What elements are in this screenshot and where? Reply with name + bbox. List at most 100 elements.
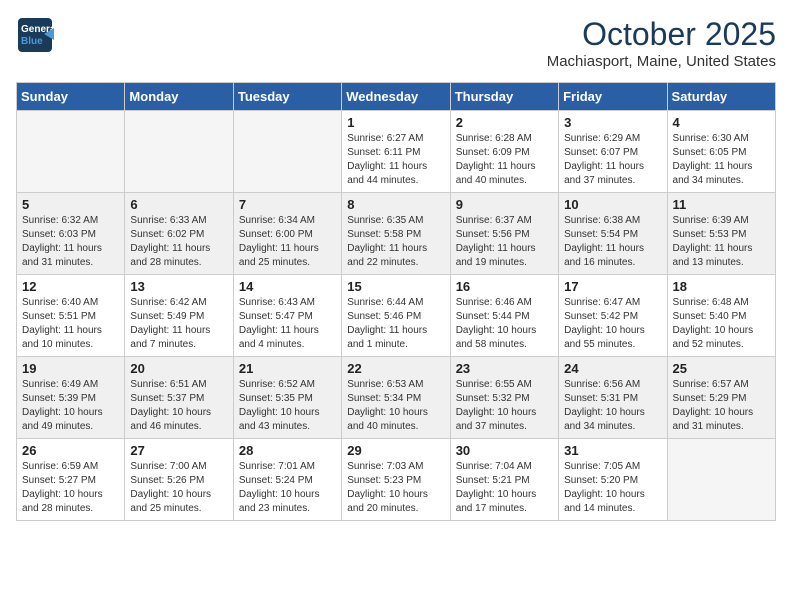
day-info: Sunrise: 6:44 AM Sunset: 5:46 PM Dayligh…	[347, 296, 444, 352]
day-info: Sunrise: 6:34 AM Sunset: 6:00 PM Dayligh…	[239, 214, 336, 270]
day-info: Sunrise: 6:47 AM Sunset: 5:42 PM Dayligh…	[564, 296, 661, 352]
calendar-cell: 22 Sunrise: 6:53 AM Sunset: 5:34 PM Dayli…	[342, 357, 450, 439]
page-header: General Blue October 2025 Machiasport, M…	[16, 16, 776, 70]
calendar-cell: 30 Sunrise: 7:04 AM Sunset: 5:21 PM Dayli…	[450, 439, 558, 521]
day-number: 21	[239, 361, 336, 376]
weekday-header-friday: Friday	[559, 83, 667, 111]
logo-icon: General Blue	[16, 16, 54, 54]
calendar-cell: 8 Sunrise: 6:35 AM Sunset: 5:58 PM Daylig…	[342, 193, 450, 275]
day-number: 4	[673, 115, 770, 130]
day-info: Sunrise: 6:28 AM Sunset: 6:09 PM Dayligh…	[456, 132, 553, 188]
day-number: 5	[22, 197, 119, 212]
day-number: 2	[456, 115, 553, 130]
logo: General Blue	[16, 16, 54, 54]
day-number: 8	[347, 197, 444, 212]
day-info: Sunrise: 6:27 AM Sunset: 6:11 PM Dayligh…	[347, 132, 444, 188]
weekday-header-monday: Monday	[125, 83, 233, 111]
calendar-cell: 2 Sunrise: 6:28 AM Sunset: 6:09 PM Daylig…	[450, 111, 558, 193]
day-info: Sunrise: 6:49 AM Sunset: 5:39 PM Dayligh…	[22, 378, 119, 434]
calendar-table: SundayMondayTuesdayWednesdayThursdayFrid…	[16, 82, 776, 521]
day-number: 10	[564, 197, 661, 212]
day-info: Sunrise: 6:46 AM Sunset: 5:44 PM Dayligh…	[456, 296, 553, 352]
calendar-cell: 19 Sunrise: 6:49 AM Sunset: 5:39 PM Dayli…	[17, 357, 125, 439]
weekday-header-tuesday: Tuesday	[233, 83, 341, 111]
day-number: 15	[347, 279, 444, 294]
day-info: Sunrise: 6:59 AM Sunset: 5:27 PM Dayligh…	[22, 460, 119, 516]
calendar-cell: 26 Sunrise: 6:59 AM Sunset: 5:27 PM Dayli…	[17, 439, 125, 521]
day-number: 19	[22, 361, 119, 376]
calendar-cell: 14 Sunrise: 6:43 AM Sunset: 5:47 PM Dayli…	[233, 275, 341, 357]
weekday-header-wednesday: Wednesday	[342, 83, 450, 111]
day-number: 17	[564, 279, 661, 294]
calendar-cell: 6 Sunrise: 6:33 AM Sunset: 6:02 PM Daylig…	[125, 193, 233, 275]
weekday-header-row: SundayMondayTuesdayWednesdayThursdayFrid…	[17, 83, 776, 111]
calendar-cell: 29 Sunrise: 7:03 AM Sunset: 5:23 PM Dayli…	[342, 439, 450, 521]
day-info: Sunrise: 6:53 AM Sunset: 5:34 PM Dayligh…	[347, 378, 444, 434]
day-number: 1	[347, 115, 444, 130]
calendar-cell: 24Sunrise: 6:56 AM Sunset: 5:31 PM Dayli…	[559, 357, 667, 439]
title-block: October 2025 Machiasport, Maine, United …	[547, 16, 776, 70]
day-info: Sunrise: 7:04 AM Sunset: 5:21 PM Dayligh…	[456, 460, 553, 516]
day-number: 14	[239, 279, 336, 294]
calendar-cell: 21 Sunrise: 6:52 AM Sunset: 5:35 PM Dayli…	[233, 357, 341, 439]
week-row-5: 26 Sunrise: 6:59 AM Sunset: 5:27 PM Dayli…	[17, 439, 776, 521]
day-number: 18	[673, 279, 770, 294]
day-info: Sunrise: 6:35 AM Sunset: 5:58 PM Dayligh…	[347, 214, 444, 270]
day-number: 29	[347, 443, 444, 458]
svg-text:Blue: Blue	[21, 36, 43, 47]
day-number: 20	[130, 361, 227, 376]
calendar-cell: 27Sunrise: 7:00 AM Sunset: 5:26 PM Dayli…	[125, 439, 233, 521]
calendar-cell: 20 Sunrise: 6:51 AM Sunset: 5:37 PM Dayli…	[125, 357, 233, 439]
day-number: 27	[130, 443, 227, 458]
calendar-cell: 5 Sunrise: 6:32 AM Sunset: 6:03 PM Daylig…	[17, 193, 125, 275]
day-number: 30	[456, 443, 553, 458]
day-number: 22	[347, 361, 444, 376]
week-row-4: 19 Sunrise: 6:49 AM Sunset: 5:39 PM Dayli…	[17, 357, 776, 439]
calendar-cell: 31 Sunrise: 7:05 AM Sunset: 5:20 PM Dayli…	[559, 439, 667, 521]
calendar-cell	[125, 111, 233, 193]
calendar-cell: 10 Sunrise: 6:38 AM Sunset: 5:54 PM Dayli…	[559, 193, 667, 275]
day-info: Sunrise: 6:57 AM Sunset: 5:29 PM Dayligh…	[673, 378, 770, 434]
day-info: Sunrise: 7:01 AM Sunset: 5:24 PM Dayligh…	[239, 460, 336, 516]
day-number: 12	[22, 279, 119, 294]
day-info: Sunrise: 6:30 AM Sunset: 6:05 PM Dayligh…	[673, 132, 770, 188]
week-row-2: 5 Sunrise: 6:32 AM Sunset: 6:03 PM Daylig…	[17, 193, 776, 275]
calendar-cell: 18 Sunrise: 6:48 AM Sunset: 5:40 PM Dayli…	[667, 275, 775, 357]
day-info: Sunrise: 6:51 AM Sunset: 5:37 PM Dayligh…	[130, 378, 227, 434]
weekday-header-sunday: Sunday	[17, 83, 125, 111]
day-info: Sunrise: 6:52 AM Sunset: 5:35 PM Dayligh…	[239, 378, 336, 434]
day-number: 6	[130, 197, 227, 212]
day-info: Sunrise: 7:03 AM Sunset: 5:23 PM Dayligh…	[347, 460, 444, 516]
day-info: Sunrise: 6:55 AM Sunset: 5:32 PM Dayligh…	[456, 378, 553, 434]
day-info: Sunrise: 7:05 AM Sunset: 5:20 PM Dayligh…	[564, 460, 661, 516]
calendar-cell	[17, 111, 125, 193]
calendar-cell: 1 Sunrise: 6:27 AM Sunset: 6:11 PM Daylig…	[342, 111, 450, 193]
calendar-cell	[667, 439, 775, 521]
day-number: 7	[239, 197, 336, 212]
week-row-1: 1 Sunrise: 6:27 AM Sunset: 6:11 PM Daylig…	[17, 111, 776, 193]
calendar-cell: 7 Sunrise: 6:34 AM Sunset: 6:00 PM Daylig…	[233, 193, 341, 275]
day-info: Sunrise: 6:43 AM Sunset: 5:47 PM Dayligh…	[239, 296, 336, 352]
day-info: Sunrise: 6:32 AM Sunset: 6:03 PM Dayligh…	[22, 214, 119, 270]
day-info: Sunrise: 6:40 AM Sunset: 5:51 PM Dayligh…	[22, 296, 119, 352]
day-number: 13	[130, 279, 227, 294]
calendar-cell: 11Sunrise: 6:39 AM Sunset: 5:53 PM Dayli…	[667, 193, 775, 275]
week-row-3: 12 Sunrise: 6:40 AM Sunset: 5:51 PM Dayli…	[17, 275, 776, 357]
day-number: 26	[22, 443, 119, 458]
day-info: Sunrise: 6:33 AM Sunset: 6:02 PM Dayligh…	[130, 214, 227, 270]
day-number: 28	[239, 443, 336, 458]
day-number: 25	[673, 361, 770, 376]
day-number: 9	[456, 197, 553, 212]
month-title: October 2025	[547, 16, 776, 53]
day-info: Sunrise: 6:48 AM Sunset: 5:40 PM Dayligh…	[673, 296, 770, 352]
day-number: 16	[456, 279, 553, 294]
calendar-cell: 25 Sunrise: 6:57 AM Sunset: 5:29 PM Dayli…	[667, 357, 775, 439]
day-info: Sunrise: 6:29 AM Sunset: 6:07 PM Dayligh…	[564, 132, 661, 188]
day-info: Sunrise: 6:56 AM Sunset: 5:31 PM Dayligh…	[564, 378, 661, 434]
day-info: Sunrise: 6:38 AM Sunset: 5:54 PM Dayligh…	[564, 214, 661, 270]
day-number: 31	[564, 443, 661, 458]
day-info: Sunrise: 6:39 AM Sunset: 5:53 PM Dayligh…	[673, 214, 770, 270]
calendar-cell: 16 Sunrise: 6:46 AM Sunset: 5:44 PM Dayli…	[450, 275, 558, 357]
weekday-header-saturday: Saturday	[667, 83, 775, 111]
calendar-cell: 17 Sunrise: 6:47 AM Sunset: 5:42 PM Dayli…	[559, 275, 667, 357]
